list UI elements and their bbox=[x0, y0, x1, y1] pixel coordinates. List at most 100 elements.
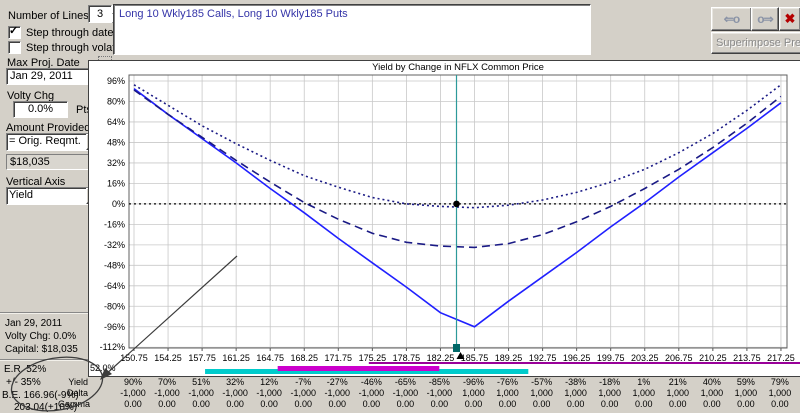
table-cell: 0.00 bbox=[482, 399, 534, 409]
table-cell: 0.00 bbox=[345, 399, 397, 409]
table-cell: 0.00 bbox=[720, 399, 772, 409]
table-cell: 0.00 bbox=[311, 399, 363, 409]
step-volatilities-checkbox[interactable] bbox=[8, 41, 21, 54]
x-tick-label: 164.75 bbox=[256, 353, 284, 363]
y-tick-label: -96% bbox=[104, 322, 125, 332]
status-plus-minus: +/- 35% bbox=[6, 377, 88, 388]
table-cell: -76% bbox=[482, 377, 534, 387]
y-tick-label: -80% bbox=[104, 301, 125, 311]
superimpose-prev-button: Superimpose Prev bbox=[711, 32, 800, 54]
table-cell: 1,000 bbox=[720, 388, 772, 398]
table-cell: -18% bbox=[584, 377, 636, 387]
y-tick-label: -64% bbox=[104, 281, 125, 291]
yield-chart[interactable]: 150.75154.25157.75161.25164.75168.25171.… bbox=[89, 61, 800, 376]
table-cell: 0.00 bbox=[243, 399, 295, 409]
table-cell: -57% bbox=[516, 377, 568, 387]
table-cell: 32% bbox=[209, 377, 261, 387]
status-block: Jan 29, 2011 Volty Chg: 0.0% Capital: $1… bbox=[0, 312, 88, 413]
status-divider-top bbox=[0, 312, 88, 314]
y-tick-label: 96% bbox=[107, 76, 125, 86]
table-cell: 0.00 bbox=[107, 399, 159, 409]
table-cell: 0.00 bbox=[277, 399, 329, 409]
table-cell: 79% bbox=[754, 377, 800, 387]
x-tick-label: 217.25 bbox=[767, 353, 795, 363]
status-breakeven-low: B.E. 166.96(-9%) bbox=[2, 390, 88, 401]
table-cell: -46% bbox=[345, 377, 397, 387]
table-cell: 70% bbox=[141, 377, 193, 387]
current-yield-dot bbox=[453, 201, 460, 208]
status-breakeven-high: 203.04(+10%) bbox=[14, 402, 88, 413]
x-tick-label: 199.75 bbox=[597, 353, 625, 363]
table-cell: -65% bbox=[379, 377, 431, 387]
x-tick-label: 189.25 bbox=[495, 353, 523, 363]
table-cell: 0.00 bbox=[686, 399, 738, 409]
superimpose-prev-label: Superimpose Prev bbox=[716, 37, 800, 49]
table-cell: -7% bbox=[277, 377, 329, 387]
y-tick-label: 32% bbox=[107, 158, 125, 168]
table-cell: 1,000 bbox=[584, 388, 636, 398]
check-icon: ✓ bbox=[9, 24, 18, 37]
y-tick-label: -32% bbox=[104, 240, 125, 250]
close-button[interactable]: ✖ bbox=[779, 7, 800, 31]
table-cell: -1,000 bbox=[345, 388, 397, 398]
x-tick-label: 196.25 bbox=[563, 353, 591, 363]
x-tick-label: 171.75 bbox=[325, 353, 353, 363]
table-cell: -1,000 bbox=[379, 388, 431, 398]
prev-arrow-icon: ⇐o bbox=[724, 12, 739, 26]
table-cell: 0.00 bbox=[141, 399, 193, 409]
number-of-lines-value[interactable]: 3 bbox=[88, 5, 112, 23]
x-tick-label: 157.75 bbox=[188, 353, 216, 363]
table-cell: 59% bbox=[720, 377, 772, 387]
y-tick-label: -16% bbox=[104, 219, 125, 229]
table-cell: -27% bbox=[311, 377, 363, 387]
graphic-analysis-window: { "toolbar": { "number_of_lines_label": … bbox=[0, 0, 800, 413]
x-tick-label: 210.25 bbox=[699, 353, 727, 363]
step-dates-label: Step through dates bbox=[26, 27, 119, 39]
table-cell: -1,000 bbox=[413, 388, 465, 398]
status-divider-mid bbox=[0, 359, 88, 361]
volty-chg-input[interactable]: 0.0% bbox=[13, 101, 68, 118]
x-tick-label: 206.75 bbox=[665, 353, 693, 363]
table-cell: 0.00 bbox=[209, 399, 261, 409]
previous-button[interactable]: ⇐o bbox=[711, 7, 752, 31]
plot-area[interactable] bbox=[129, 75, 787, 348]
y-tick-label: 48% bbox=[107, 137, 125, 147]
y-tick-label: 64% bbox=[107, 117, 125, 127]
status-capital: Capital: $18,035 bbox=[5, 344, 88, 355]
amount-provided-value: = Orig. Reqmt. bbox=[7, 134, 86, 150]
max-proj-date-input[interactable]: Jan 29, 2011 bbox=[6, 68, 98, 85]
table-cell: 40% bbox=[686, 377, 738, 387]
x-tick-label: 203.25 bbox=[631, 353, 659, 363]
y-tick-label: 0% bbox=[112, 199, 125, 209]
table-cell: 1,000 bbox=[686, 388, 738, 398]
table-cell: -1,000 bbox=[311, 388, 363, 398]
position-description-box[interactable]: Long 10 Wkly185 Calls, Long 10 Wkly185 P… bbox=[113, 4, 591, 55]
chart-title: Yield by Change in NFLX Common Price bbox=[372, 62, 544, 73]
table-cell: 12% bbox=[243, 377, 295, 387]
table-cell: 0.00 bbox=[516, 399, 568, 409]
table-cell: 1,000 bbox=[652, 388, 704, 398]
x-tick-label: 154.25 bbox=[154, 353, 182, 363]
step-dates-checkbox[interactable]: ✓ bbox=[8, 26, 21, 39]
table-cell: -1,000 bbox=[107, 388, 159, 398]
table-cell: -85% bbox=[413, 377, 465, 387]
table-cell: 1,000 bbox=[482, 388, 534, 398]
table-cell: 0.00 bbox=[652, 399, 704, 409]
table-cell: 1% bbox=[618, 377, 670, 387]
next-button[interactable]: o⇒ bbox=[751, 7, 779, 31]
table-cell: 1,000 bbox=[448, 388, 500, 398]
vertical-axis-value: Yield bbox=[7, 188, 86, 204]
table-cell: -38% bbox=[550, 377, 602, 387]
table-cell: -1,000 bbox=[243, 388, 295, 398]
magenta-probability-bar bbox=[278, 366, 440, 371]
current-price-square[interactable] bbox=[453, 344, 460, 352]
next-arrow-icon: o⇒ bbox=[757, 12, 772, 26]
table-cell: -96% bbox=[448, 377, 500, 387]
status-date: Jan 29, 2011 bbox=[5, 318, 88, 329]
x-tick-label: 175.25 bbox=[359, 353, 387, 363]
table-cell: 21% bbox=[652, 377, 704, 387]
table-cell: 0.00 bbox=[175, 399, 227, 409]
table-cell: 0.00 bbox=[584, 399, 636, 409]
table-cell: -1,000 bbox=[209, 388, 261, 398]
table-cell: 1,000 bbox=[516, 388, 568, 398]
